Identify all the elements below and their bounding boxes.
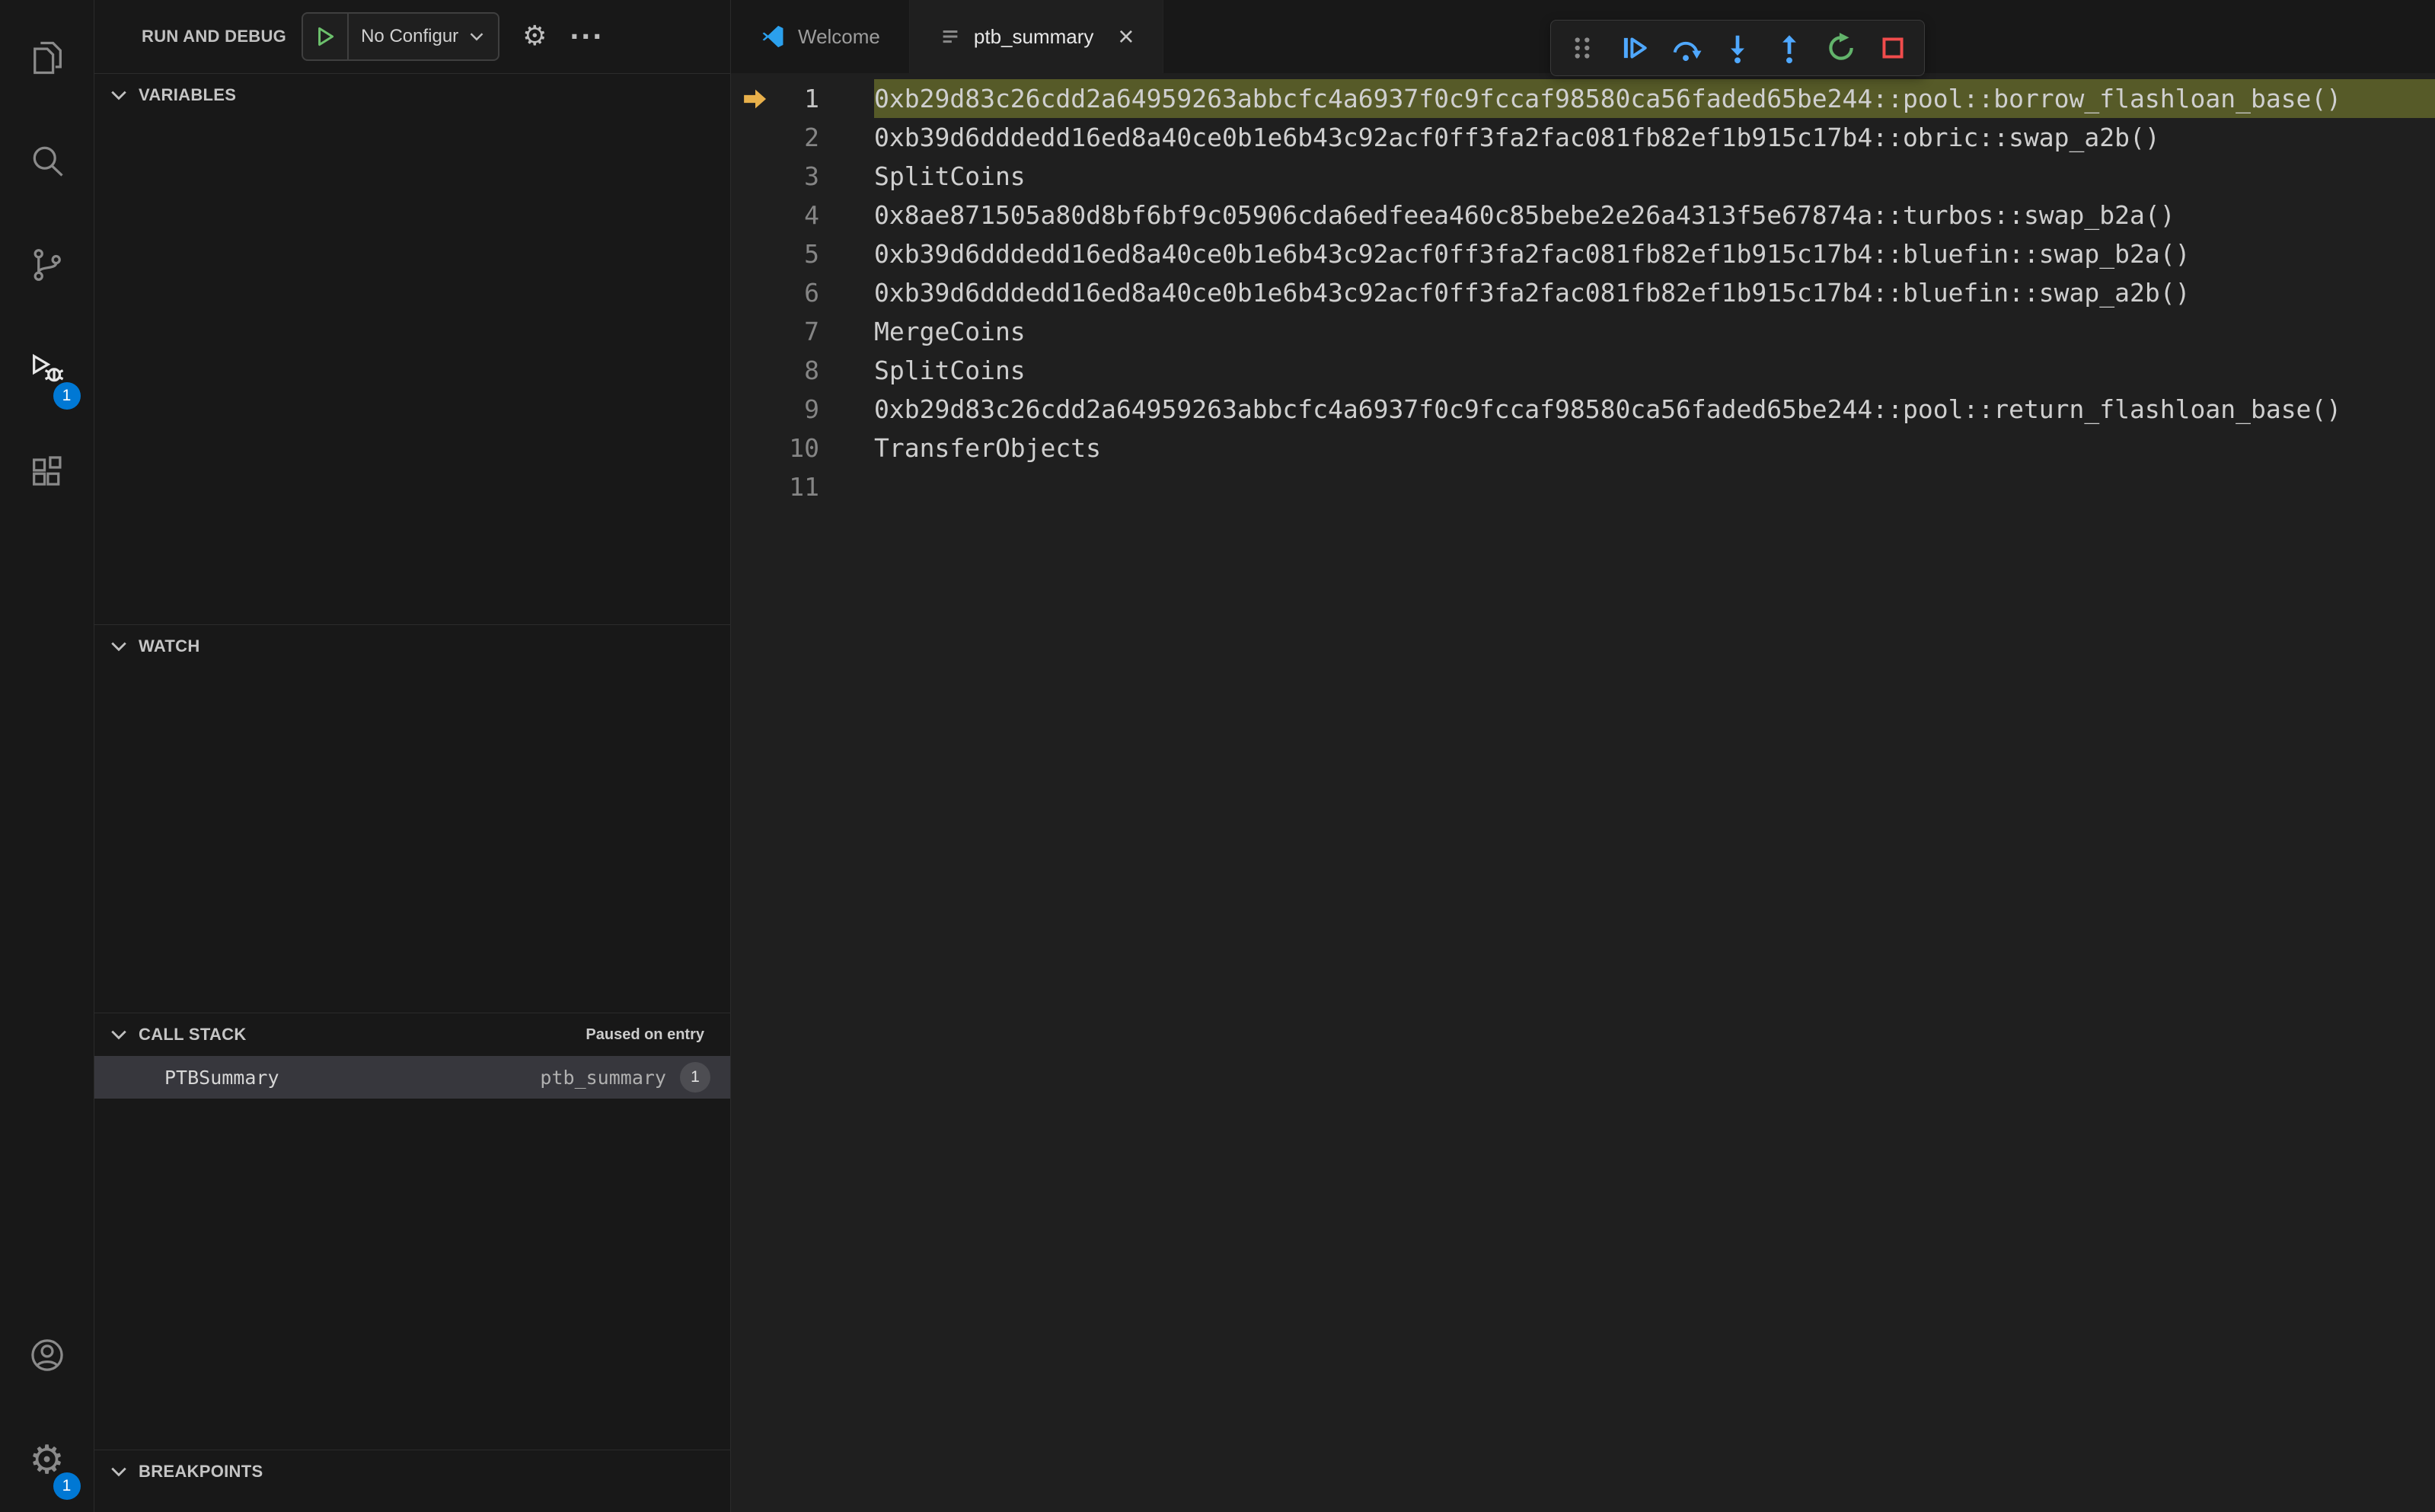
line-number: 2 xyxy=(804,123,819,152)
code-line[interactable]: 5 0xb39d6dddedd16ed8a40ce0b1e6b43c92acf0f… xyxy=(731,234,2435,273)
settings-badge: 1 xyxy=(53,1472,81,1500)
stop-button[interactable] xyxy=(1868,25,1918,71)
breakpoints-label: BREAKPOINTS xyxy=(139,1462,263,1481)
tab-welcome[interactable]: Welcome xyxy=(731,0,910,73)
watch-section-header[interactable]: WATCH xyxy=(94,625,730,668)
frame-name: PTBSummary xyxy=(164,1066,279,1089)
code-text: TransferObjects xyxy=(874,433,1102,463)
line-number: 6 xyxy=(804,278,819,308)
code-line[interactable]: 6 0xb39d6dddedd16ed8a40ce0b1e6b43c92acf0f… xyxy=(731,273,2435,312)
variables-section-header[interactable]: VARIABLES xyxy=(94,74,730,116)
code-text: 0xb29d83c26cdd2a64959263abbcfc4a6937f0c9… xyxy=(874,394,2342,424)
close-icon[interactable]: × xyxy=(1118,23,1134,50)
sidebar-item-source-control[interactable] xyxy=(0,215,94,318)
tab-ptb-summary[interactable]: ptb_summary × xyxy=(909,0,1164,73)
line-number: 10 xyxy=(789,433,819,463)
code-text: 0xb29d83c26cdd2a64959263abbcfc4a6937f0c9… xyxy=(874,79,2435,118)
sidebar-header: RUN AND DEBUG No Configur ⚙ ··· xyxy=(94,0,730,73)
breakpoints-section: BREAKPOINTS xyxy=(94,1450,730,1512)
text-file-icon xyxy=(939,25,962,48)
breakpoints-section-header[interactable]: BREAKPOINTS xyxy=(94,1450,730,1493)
code-line[interactable]: 1 0xb29d83c26cdd2a64959263abbcfc4a6937f0c… xyxy=(731,79,2435,118)
accounts-button[interactable] xyxy=(0,1305,94,1408)
debug-settings-gear-icon[interactable]: ⚙ xyxy=(522,23,547,50)
variables-label: VARIABLES xyxy=(139,85,237,104)
debug-toolbar xyxy=(1550,20,1925,76)
debug-config-dropdown[interactable]: No Configur xyxy=(302,12,500,61)
files-icon xyxy=(27,38,67,81)
call-stack-label: CALL STACK xyxy=(139,1025,247,1044)
watch-section: WATCH xyxy=(94,624,730,1013)
more-actions-icon[interactable]: ··· xyxy=(570,21,604,53)
call-stack-frame-row[interactable]: PTBSummary ptb_summary 1 xyxy=(94,1056,730,1099)
line-number: 5 xyxy=(804,239,819,269)
vscode-logo-icon xyxy=(760,24,786,49)
code-text: 0xb39d6dddedd16ed8a40ce0b1e6b43c92acf0ff… xyxy=(874,239,2191,269)
code-text: 0xb39d6dddedd16ed8a40ce0b1e6b43c92acf0ff… xyxy=(874,123,2160,152)
continue-button[interactable] xyxy=(1609,25,1659,71)
tab-label: ptb_summary xyxy=(973,24,1094,48)
step-into-button[interactable] xyxy=(1712,25,1763,71)
line-number: 11 xyxy=(789,472,819,502)
session-count-badge: 1 xyxy=(680,1062,710,1093)
line-number: 7 xyxy=(804,317,819,346)
chevron-down-icon xyxy=(111,1467,126,1477)
line-number: 3 xyxy=(804,161,819,191)
paused-status-badge: Paused on entry xyxy=(586,1026,704,1043)
sidebar-item-extensions[interactable] xyxy=(0,422,94,525)
debug-stackframe-arrow-icon xyxy=(731,86,780,112)
code-line[interactable]: 2 0xb39d6dddedd16ed8a40ce0b1e6b43c92acf0f… xyxy=(731,118,2435,157)
code-line[interactable]: 4 0x8ae871505a80d8bf6bf9c05906cda6edfeea4… xyxy=(731,196,2435,234)
config-dropdown-label: No Configur xyxy=(361,26,459,46)
line-number: 9 xyxy=(804,394,819,424)
editor-area: Welcome ptb_summary × 1 0xb29d83c26cdd2a… xyxy=(731,0,2435,1512)
code-line[interactable]: 10 TransferObjects xyxy=(731,429,2435,467)
account-icon xyxy=(27,1335,67,1379)
code-line[interactable]: 3 SplitCoins xyxy=(731,157,2435,196)
variables-section: VARIABLES xyxy=(94,73,730,624)
code-text: SplitCoins xyxy=(874,356,1026,385)
search-icon xyxy=(27,142,67,185)
line-number: 4 xyxy=(804,200,819,230)
tab-label: Welcome xyxy=(798,24,880,48)
step-out-button[interactable] xyxy=(1764,25,1814,71)
sidebar-item-explorer[interactable] xyxy=(0,8,94,111)
code-text: MergeCoins xyxy=(874,317,1026,346)
watch-label: WATCH xyxy=(139,636,200,656)
code-text: SplitCoins xyxy=(874,161,1026,191)
editor-lines[interactable]: 1 0xb29d83c26cdd2a64959263abbcfc4a6937f0c… xyxy=(731,73,2435,1512)
sidebar-item-search[interactable] xyxy=(0,111,94,215)
code-text: 0xb39d6dddedd16ed8a40ce0b1e6b43c92acf0ff… xyxy=(874,278,2191,308)
code-line[interactable]: 9 0xb29d83c26cdd2a64959263abbcfc4a6937f0c… xyxy=(731,390,2435,429)
sidebar-title: RUN AND DEBUG xyxy=(142,27,287,46)
step-over-button[interactable] xyxy=(1661,25,1711,71)
code-line[interactable]: 11 xyxy=(731,467,2435,506)
source-control-icon xyxy=(27,245,67,289)
line-number: 8 xyxy=(804,356,819,385)
line-number: 1 xyxy=(804,84,819,113)
extensions-icon xyxy=(27,452,67,496)
restart-button[interactable] xyxy=(1816,25,1866,71)
run-and-debug-sidebar: RUN AND DEBUG No Configur ⚙ ··· VARIABLE… xyxy=(94,0,731,1512)
code-text: 0x8ae871505a80d8bf6bf9c05906cda6edfeea46… xyxy=(874,200,2175,230)
call-stack-section-header[interactable]: CALL STACK Paused on entry xyxy=(94,1013,730,1056)
settings-button[interactable]: ⚙ 1 xyxy=(0,1408,94,1512)
code-line[interactable]: 7 MergeCoins xyxy=(731,312,2435,351)
code-line[interactable]: 8 SplitCoins xyxy=(731,351,2435,390)
chevron-down-icon xyxy=(470,33,483,41)
frame-source: ptb_summary xyxy=(540,1066,666,1089)
drag-handle[interactable] xyxy=(1557,25,1607,71)
chevron-down-icon xyxy=(111,91,126,100)
start-debugging-icon[interactable] xyxy=(303,14,349,59)
sidebar-item-run-and-debug[interactable]: 1 xyxy=(0,318,94,422)
activity-bar: 1 ⚙ 1 xyxy=(0,0,94,1512)
call-stack-section: CALL STACK Paused on entry PTBSummary pt… xyxy=(94,1013,730,1450)
vscode-window: 1 ⚙ 1 RUN AND DEBUG No Configur ⚙ ··· VA… xyxy=(0,0,2435,1512)
chevron-down-icon xyxy=(111,1030,126,1040)
chevron-down-icon xyxy=(111,642,126,652)
debug-badge: 1 xyxy=(53,382,81,410)
